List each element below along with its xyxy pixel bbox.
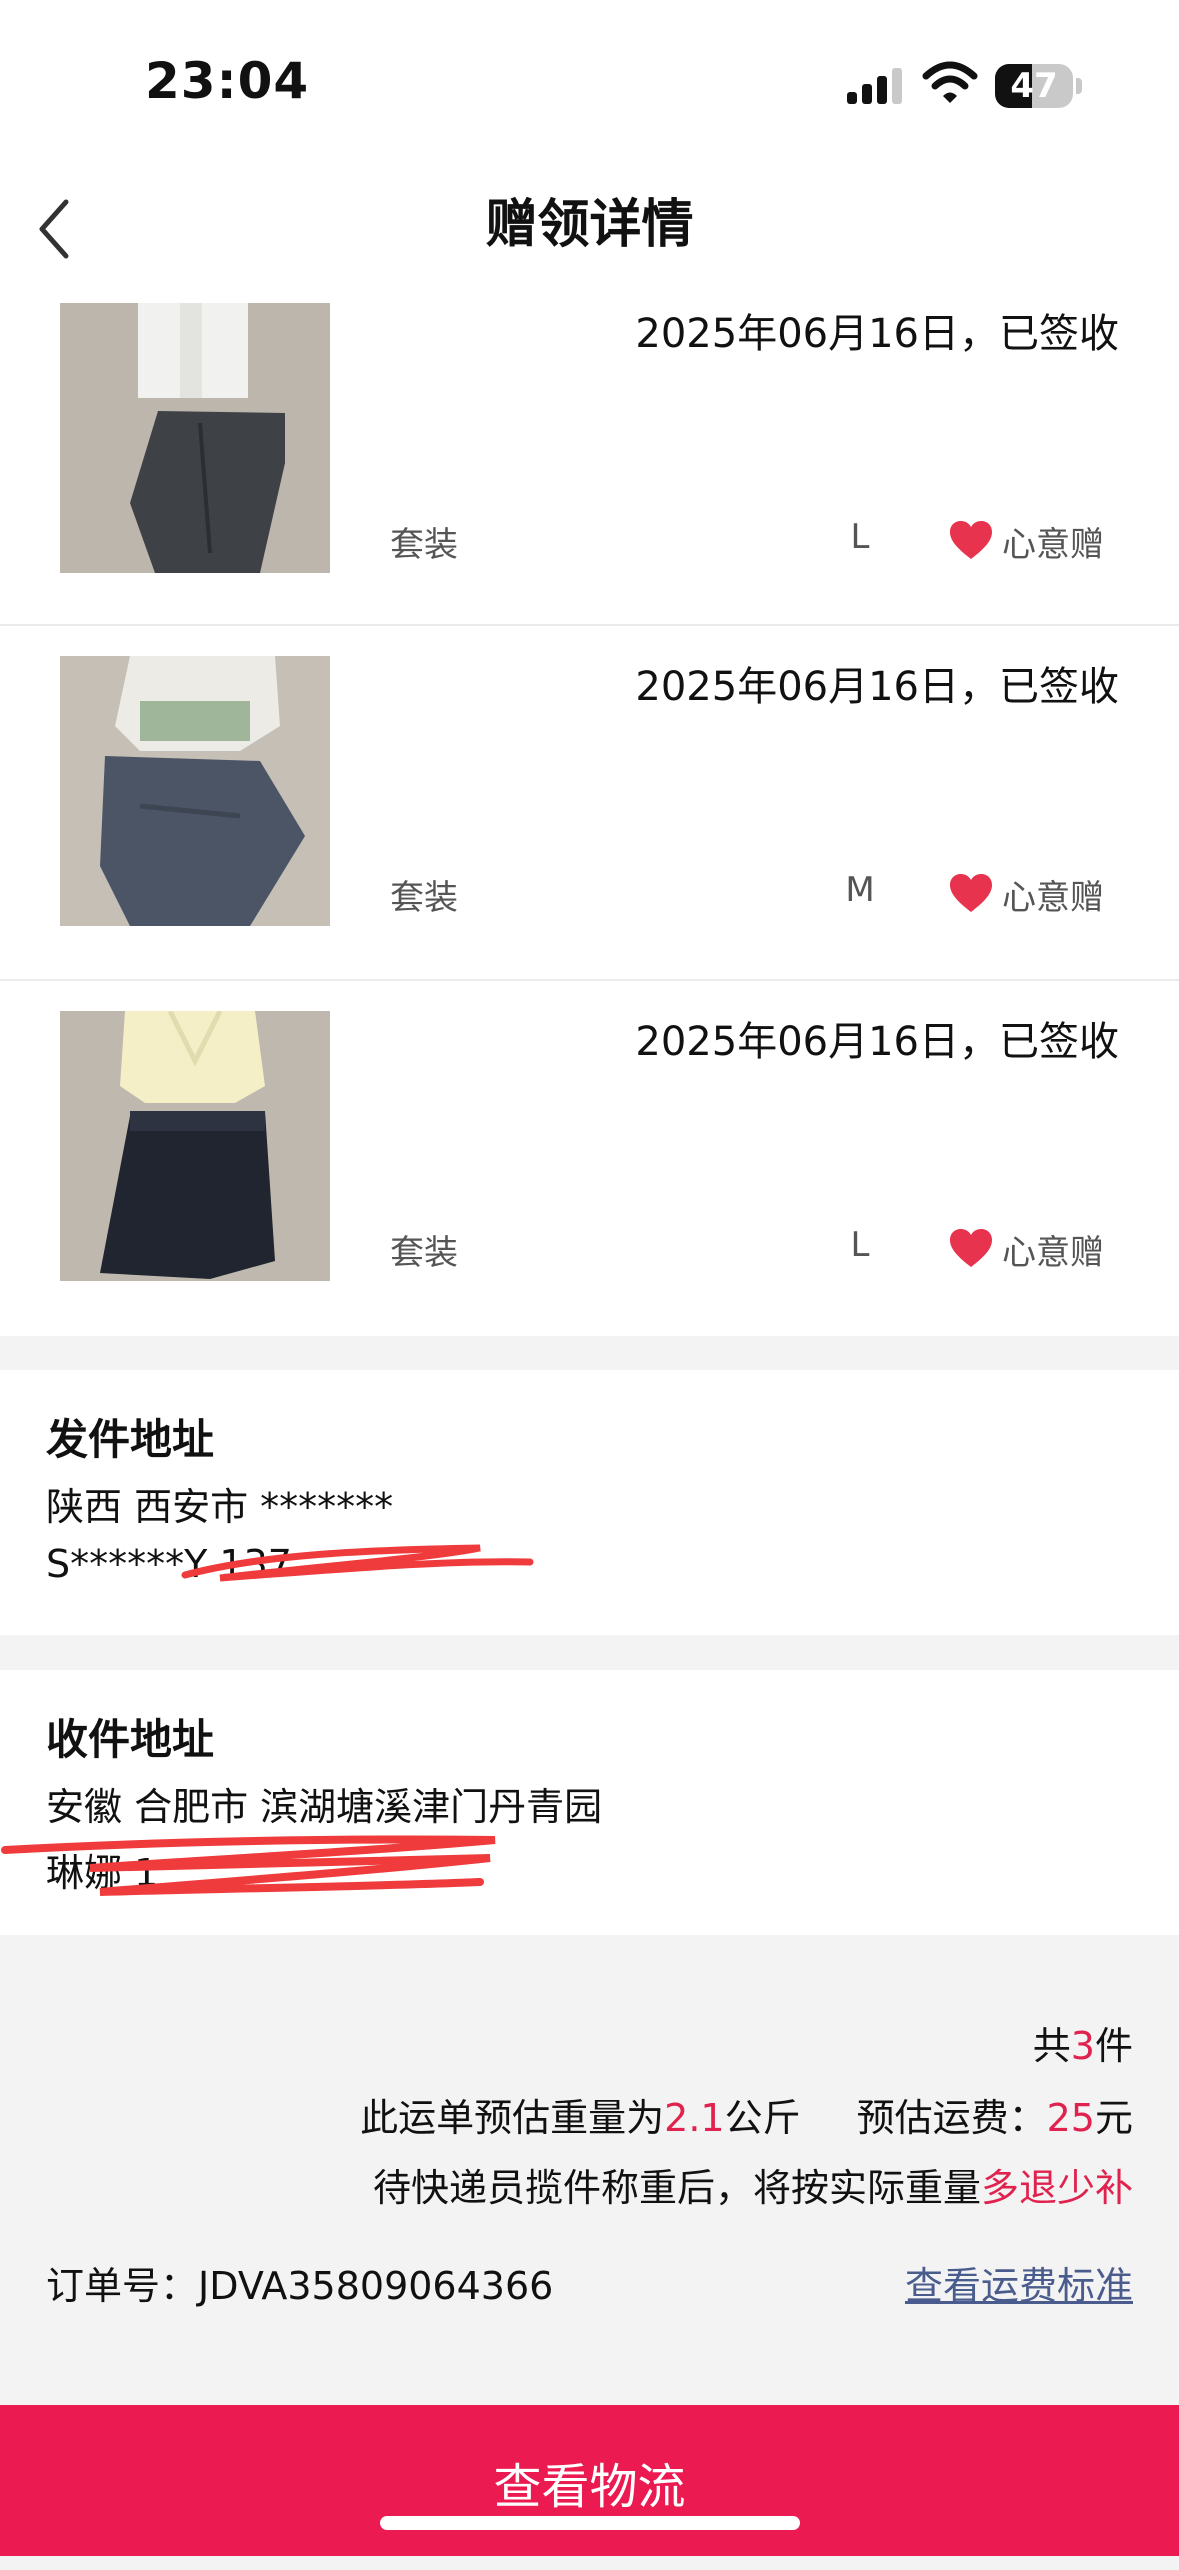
- sender-address-card: 发件地址 陕西 西安市 ******* S******Y 137: [0, 1370, 1179, 1635]
- receiver-heading: 收件地址: [46, 1715, 215, 1764]
- sender-heading: 发件地址: [46, 1415, 215, 1464]
- item-photo: [60, 1011, 330, 1281]
- cellular-signal-icon: [847, 68, 902, 104]
- back-chevron-icon[interactable]: [30, 194, 80, 264]
- freight-standard-link[interactable]: 查看运费标准: [905, 2255, 1133, 2310]
- heart-icon: [950, 1229, 992, 1267]
- heart-icon: [950, 874, 992, 912]
- item-size: L: [850, 517, 870, 557]
- wifi-icon: [922, 61, 978, 103]
- view-logistics-button[interactable]: 查看物流: [0, 2405, 1179, 2556]
- page-title: 赠领详情: [485, 195, 694, 255]
- battery-icon: 47: [995, 64, 1083, 110]
- item-status: 2025年06月16日，已签收: [635, 311, 1119, 357]
- gift-item[interactable]: 2025年06月16日，已签收 套装 M 心意赠: [0, 626, 1179, 981]
- item-tag: 心意赠: [1002, 525, 1104, 565]
- nav-bar: 赠领详情: [0, 170, 1179, 295]
- status-bar: 23:04 47: [0, 0, 1179, 170]
- item-tag: 心意赠: [1002, 878, 1104, 918]
- gift-item[interactable]: 2025年06月16日，已签收 套装 L 心意赠: [0, 295, 1179, 626]
- home-indicator: [380, 2516, 800, 2530]
- item-photo: [60, 656, 330, 926]
- gift-item[interactable]: 2025年06月16日，已签收 套装 L 心意赠: [0, 981, 1179, 1336]
- item-type: 套装: [390, 525, 458, 565]
- order-summary: 共3件 此运单预估重量为2.1公斤 预估运费：25元 待快递员揽件称重后，将按实际…: [0, 1935, 1179, 2405]
- item-tag: 心意赠: [1002, 1233, 1104, 1273]
- weight-note: 待快递员揽件称重后，将按实际重量多退少补: [372, 2166, 1133, 2210]
- item-count: 共3件: [1032, 2024, 1133, 2068]
- item-status: 2025年06月16日，已签收: [635, 1019, 1119, 1065]
- weight-fee-row: 此运单预估重量为2.1公斤 预估运费：25元: [360, 2096, 1133, 2140]
- receiver-address: 安徽 合肥市 滨湖塘溪津门丹青园: [46, 1785, 603, 1829]
- order-number: 订单号：JDVA35809064366: [46, 2264, 554, 2308]
- battery-level: 47: [1010, 66, 1058, 106]
- redaction-scribble: [181, 1544, 534, 1582]
- item-type: 套装: [390, 1233, 458, 1273]
- sender-address: 陕西 西安市 *******: [46, 1485, 394, 1529]
- item-size: M: [845, 870, 875, 910]
- receiver-address-card: 收件地址 安徽 合肥市 滨湖塘溪津门丹青园 琳娜 1: [0, 1670, 1179, 1935]
- item-type: 套装: [390, 878, 458, 918]
- item-size: L: [850, 1225, 870, 1265]
- status-time: 23:04: [145, 52, 310, 110]
- heart-icon: [950, 521, 992, 559]
- item-status: 2025年06月16日，已签收: [635, 664, 1119, 710]
- redaction-scribble: [1, 1835, 496, 1896]
- item-photo: [60, 303, 330, 573]
